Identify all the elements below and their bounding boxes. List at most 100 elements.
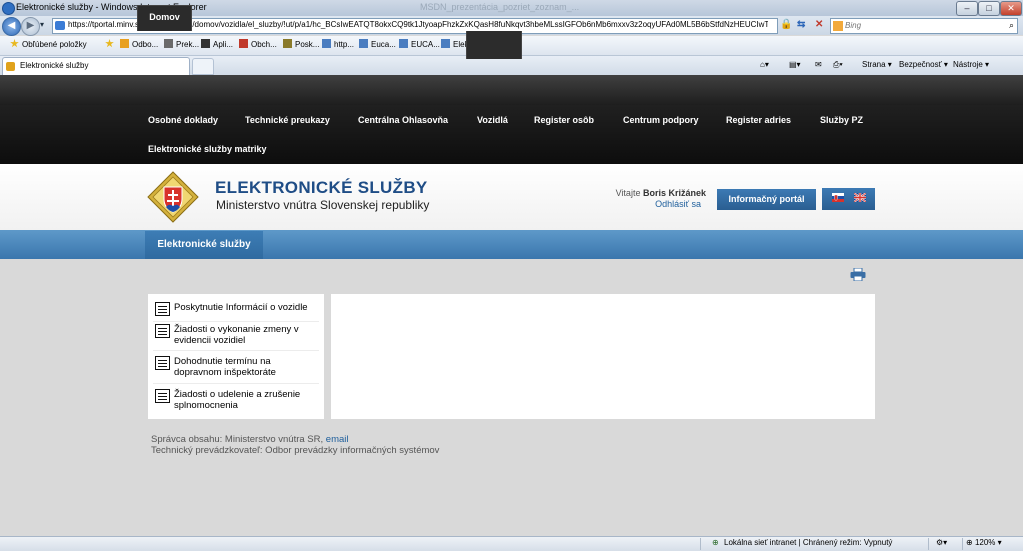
- fav-item-4[interactable]: Obch...: [239, 39, 277, 49]
- fav-label: Posk...: [295, 40, 320, 49]
- tab-title: Elektronické služby: [20, 61, 89, 70]
- document-icon: [155, 356, 170, 370]
- fav-label: Prek...: [176, 40, 200, 49]
- document-icon: [155, 302, 170, 316]
- fav-label: Obľúbené položky: [22, 40, 87, 49]
- search-icon[interactable]: ⌕: [1009, 20, 1014, 31]
- welcome-prefix: Vitajte: [615, 188, 641, 198]
- page-icon: [399, 39, 408, 48]
- star-icon: [10, 39, 19, 48]
- nav-centralna-ohlasovna[interactable]: Centrálna Ohlasovňa: [358, 115, 448, 125]
- maximize-button[interactable]: □: [978, 1, 1000, 16]
- mail-icon[interactable]: ✉: [815, 60, 822, 69]
- fav-item-2[interactable]: Prek...: [164, 39, 199, 49]
- close-window-button[interactable]: ✕: [1000, 1, 1022, 16]
- footer-operator: Technický prevádzkovateľ: Odbor prevádzk…: [151, 445, 440, 456]
- fav-item-8[interactable]: EUCA...: [399, 39, 440, 49]
- fav-label: Obch...: [251, 40, 277, 49]
- service-item-splnomocnenie[interactable]: Žiadosti o udelenie a zrušenie splnomocn…: [153, 387, 319, 415]
- logout-link[interactable]: Odhlásiť sa: [560, 199, 701, 209]
- browser-tab[interactable]: Elektronické služby: [2, 57, 190, 75]
- rss-icon[interactable]: ▤▾: [789, 60, 801, 69]
- slovak-flag-icon[interactable]: [832, 193, 844, 202]
- lock-icon[interactable]: 🔒: [780, 19, 792, 30]
- tab-elektronicke-sluzby[interactable]: Elektronické služby: [145, 231, 263, 259]
- nav-osobne-doklady[interactable]: Osobné doklady: [148, 115, 218, 125]
- forward-button[interactable]: ▶: [21, 17, 40, 36]
- service-label[interactable]: Žiadosti o vykonanie zmeny v evidencii v…: [174, 324, 316, 346]
- page-icon: [239, 39, 248, 48]
- footer-email-link[interactable]: email: [326, 434, 349, 445]
- add-favorite-icon[interactable]: [105, 39, 117, 49]
- nav-register-adries[interactable]: Register adries: [726, 115, 791, 125]
- service-list: Poskytnutie Informácií o vozidle Žiadost…: [148, 294, 324, 419]
- footer-admin-text: Správca obsahu: Ministerstvo vnútra SR,: [151, 434, 324, 445]
- print-toolbar-icon[interactable]: ⎙▾: [833, 60, 843, 70]
- home-icon[interactable]: ⌂▾: [760, 60, 769, 69]
- history-dropdown-icon[interactable]: ▾: [40, 20, 44, 29]
- service-item-dohodnutie[interactable]: Dohodnutie termínu na dopravnom inšpekto…: [153, 354, 319, 384]
- bing-icon: [833, 21, 843, 31]
- fav-label: Apli...: [213, 40, 234, 49]
- zoom-control[interactable]: ⊕ 120% ▾: [966, 538, 1002, 547]
- document-icon: [155, 389, 170, 403]
- site-title: ELEKTRONICKÉ SLUŽBY: [215, 178, 428, 197]
- refresh-icon[interactable]: ⇆: [797, 19, 805, 30]
- nav-vozidla[interactable]: Vozidlá: [477, 115, 508, 125]
- tools-menu[interactable]: Nástroje ▾: [953, 60, 989, 69]
- nav-technicke-preukazy[interactable]: Technické preukazy: [245, 115, 330, 125]
- minimize-button[interactable]: –: [956, 1, 978, 16]
- new-tab-button[interactable]: [192, 58, 214, 75]
- network-icon: ⊕: [712, 538, 719, 547]
- zoom-level: 120%: [974, 538, 996, 547]
- stop-icon[interactable]: ✕: [815, 19, 823, 30]
- language-switcher: [822, 188, 875, 210]
- nav-active-bg: [466, 31, 522, 59]
- fav-item-6[interactable]: http...: [322, 39, 354, 49]
- fav-item-1[interactable]: Odbo...: [120, 39, 158, 49]
- page-menu[interactable]: Strana ▾: [862, 60, 892, 69]
- site-subtitle: Ministerstvo vnútra Slovenskej republiky: [216, 198, 430, 212]
- service-label[interactable]: Dohodnutie termínu na dopravnom inšpekto…: [174, 356, 316, 378]
- page-icon: [55, 21, 65, 30]
- fav-label: Odbo...: [132, 40, 159, 49]
- nav-centrum-podpory[interactable]: Centrum podpory: [623, 115, 699, 125]
- page-menu-label: Strana: [862, 60, 886, 69]
- favorites-button[interactable]: Obľúbené položky: [10, 39, 87, 49]
- informacny-portal-button[interactable]: Informačný portál: [717, 189, 816, 210]
- security-zone-status[interactable]: Lokálna sieť intranet | Chránený režim: …: [724, 538, 892, 547]
- page-icon: [201, 39, 210, 48]
- fav-item-7[interactable]: Euca...: [359, 39, 396, 49]
- coat-of-arms-logo: [147, 171, 199, 223]
- fav-item-5[interactable]: Posk...: [283, 39, 319, 49]
- nav-register-osob[interactable]: Register osôb: [534, 115, 594, 125]
- fav-label: EUCA...: [411, 40, 440, 49]
- back-button[interactable]: ◀: [2, 17, 21, 36]
- fav-label: Euca...: [371, 40, 396, 49]
- tools-menu-label: Nástroje: [953, 60, 983, 69]
- protected-mode-icon[interactable]: ⚙▾: [936, 538, 947, 547]
- print-icon[interactable]: [850, 268, 866, 281]
- service-item-poskytnutie[interactable]: Poskytnutie Informácií o vozidle: [153, 300, 319, 322]
- safety-menu[interactable]: Bezpečnosť ▾: [899, 60, 948, 69]
- search-input[interactable]: [845, 19, 995, 31]
- nav-domov[interactable]: Domov: [137, 5, 192, 31]
- tab-favicon-icon: [6, 62, 15, 71]
- nav-sluzby-pz[interactable]: Služby PZ: [820, 115, 863, 125]
- page-icon: [441, 39, 450, 48]
- welcome-text: Vitajte Boris Križánek: [560, 188, 706, 198]
- fav-label: http...: [334, 40, 355, 49]
- tab-bar: Elektronické služby ⌂▾ ▤▾ ✉ ⎙▾ Strana ▾ …: [0, 56, 1023, 76]
- service-item-zmeny[interactable]: Žiadosti o vykonanie zmeny v evidencii v…: [153, 322, 319, 351]
- service-label[interactable]: Poskytnutie Informácií o vozidle: [174, 302, 316, 313]
- fav-item-3[interactable]: Apli...: [201, 39, 233, 49]
- english-flag-icon[interactable]: [854, 193, 866, 202]
- nav-sluzby-matriky[interactable]: Elektronické služby matriky: [148, 144, 267, 154]
- service-label[interactable]: Žiadosti o udelenie a zrušenie splnomocn…: [174, 389, 316, 411]
- status-bar: ⊕ Lokálna sieť intranet | Chránený režim…: [0, 536, 1023, 551]
- page-icon: [164, 39, 173, 48]
- page-icon: [322, 39, 331, 48]
- page-icon: [283, 39, 292, 48]
- search-box[interactable]: ⌕: [830, 18, 1018, 34]
- ghost-title: MSDN_prezentácia_pozriet_zoznam_...: [420, 2, 580, 12]
